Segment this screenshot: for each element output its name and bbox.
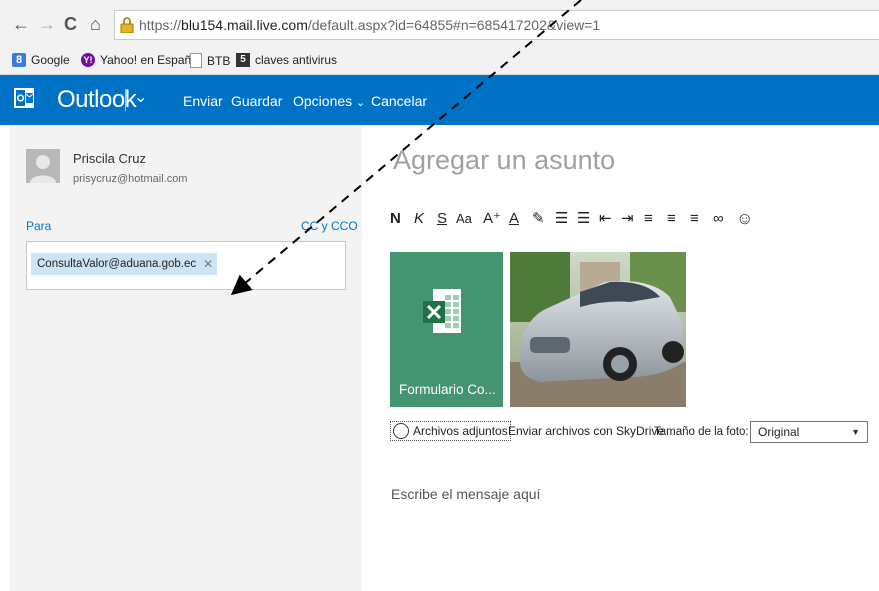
chevron-down-icon: ⌄ — [356, 97, 366, 109]
recipient-chip[interactable]: ConsultaValor@aduana.gob.ec ✕ — [31, 253, 218, 275]
header-divider — [125, 89, 126, 111]
link-icon[interactable]: ∞ — [713, 208, 724, 230]
bullet-list-icon[interactable]: ☰ — [577, 208, 590, 230]
google-icon: 8 — [12, 53, 26, 67]
bookmark-label: Google — [31, 53, 70, 67]
italic-icon[interactable]: K — [414, 208, 424, 230]
photo-size-value: Original — [758, 425, 800, 439]
outlook-logo-icon[interactable] — [14, 88, 34, 108]
excel-file-icon — [423, 289, 461, 333]
sender-name: Priscila Cruz — [73, 151, 146, 166]
message-body[interactable]: Escribe el mensaje aquí — [391, 486, 540, 502]
highlight-icon[interactable]: ✎ — [532, 208, 545, 230]
outlook-header: Outlook ⌄ Enviar Guardar Opciones ⌄ Canc… — [0, 75, 879, 125]
bookmark-btb[interactable]: BTB — [190, 53, 230, 68]
align-left-icon[interactable]: ≡ — [644, 208, 653, 230]
cancel-button[interactable]: Cancelar — [371, 93, 427, 109]
home-icon[interactable]: ⌂ — [90, 14, 101, 34]
align-center-icon[interactable]: ≡ — [667, 208, 676, 230]
grow-font-icon[interactable]: A⁺ — [483, 208, 501, 230]
address-bar[interactable]: https://blu154.mail.live.com/default.asp… — [114, 10, 879, 40]
skydrive-link[interactable]: Enviar archivos con SkyDrive — [508, 424, 664, 438]
browser-toolbar: ← → C ⌂ https://blu154.mail.live.com/def… — [0, 0, 879, 47]
person-icon — [26, 149, 60, 183]
bookmark-claves-antivirus[interactable]: 5 claves antivirus — [236, 53, 337, 67]
bookmark-label: Yahoo! en Español — [100, 53, 201, 67]
underline-icon[interactable]: S — [437, 208, 447, 230]
bookmark-yahoo[interactable]: Y! Yahoo! en Español — [81, 53, 201, 67]
remove-recipient-icon[interactable]: ✕ — [203, 257, 213, 271]
photo-size-label: Tamaño de la foto: — [654, 426, 749, 438]
back-icon[interactable]: ← — [12, 14, 30, 34]
paperclip-icon — [393, 423, 409, 439]
bookmark-label: claves antivirus — [255, 53, 338, 67]
reload-icon[interactable]: C — [64, 14, 77, 34]
font-size-icon[interactable]: Aa — [456, 208, 472, 230]
recipients-pane: Priscila Cruz prisycruz@hotmail.com Para… — [10, 125, 362, 591]
to-field[interactable]: ConsultaValor@aduana.gob.ec ✕ — [26, 241, 346, 290]
cc-bcc-link[interactable]: CC y CCO — [301, 219, 358, 233]
attachment-caption: Formulario Co... — [399, 382, 496, 397]
attachments-button[interactable]: Archivos adjuntos — [390, 421, 511, 441]
dropdown-arrow-icon: ▼ — [851, 427, 860, 437]
car-photo-attachment[interactable] — [510, 252, 686, 407]
attachments-label: Archivos adjuntos — [413, 424, 508, 438]
subject-input[interactable]: Agregar un asunto — [393, 145, 615, 176]
sender-email: prisycruz@hotmail.com — [73, 173, 188, 185]
page-icon — [190, 53, 202, 68]
excel-attachment-tile[interactable]: Formulario Co... — [390, 252, 503, 407]
recipient-address: ConsultaValor@aduana.gob.ec — [37, 258, 197, 270]
font-color-icon[interactable]: A — [509, 208, 519, 230]
url-text: https://blu154.mail.live.com/default.asp… — [139, 17, 601, 33]
align-right-icon[interactable]: ≡ — [690, 208, 699, 230]
photo-size-select[interactable]: Original ▼ — [750, 421, 868, 443]
to-label[interactable]: Para — [26, 219, 51, 233]
car-photo-image — [510, 252, 686, 407]
forward-icon[interactable]: → — [38, 14, 56, 34]
options-button[interactable]: Opciones ⌄ — [293, 93, 365, 109]
bold-icon[interactable]: N — [390, 208, 401, 230]
bookmarks-bar: 8 Google Y! Yahoo! en Español BTB 5 clav… — [0, 47, 879, 75]
send-button[interactable]: Enviar — [183, 93, 223, 109]
lock-icon — [120, 17, 134, 33]
increase-indent-icon[interactable]: ⇥ — [621, 208, 634, 230]
save-button[interactable]: Guardar — [231, 93, 282, 109]
decrease-indent-icon[interactable]: ⇤ — [599, 208, 612, 230]
chevron-down-icon[interactable]: ⌄ — [134, 87, 147, 107]
yahoo-icon: Y! — [81, 53, 95, 67]
options-label: Opciones — [293, 93, 353, 109]
bookmark-google[interactable]: 8 Google — [12, 53, 70, 67]
bookmark-label: BTB — [207, 53, 231, 68]
avatar — [26, 149, 60, 183]
numbered-list-icon[interactable]: ☰ — [555, 208, 568, 230]
emoji-icon[interactable]: ☺ — [736, 208, 753, 230]
site-icon: 5 — [236, 53, 250, 67]
